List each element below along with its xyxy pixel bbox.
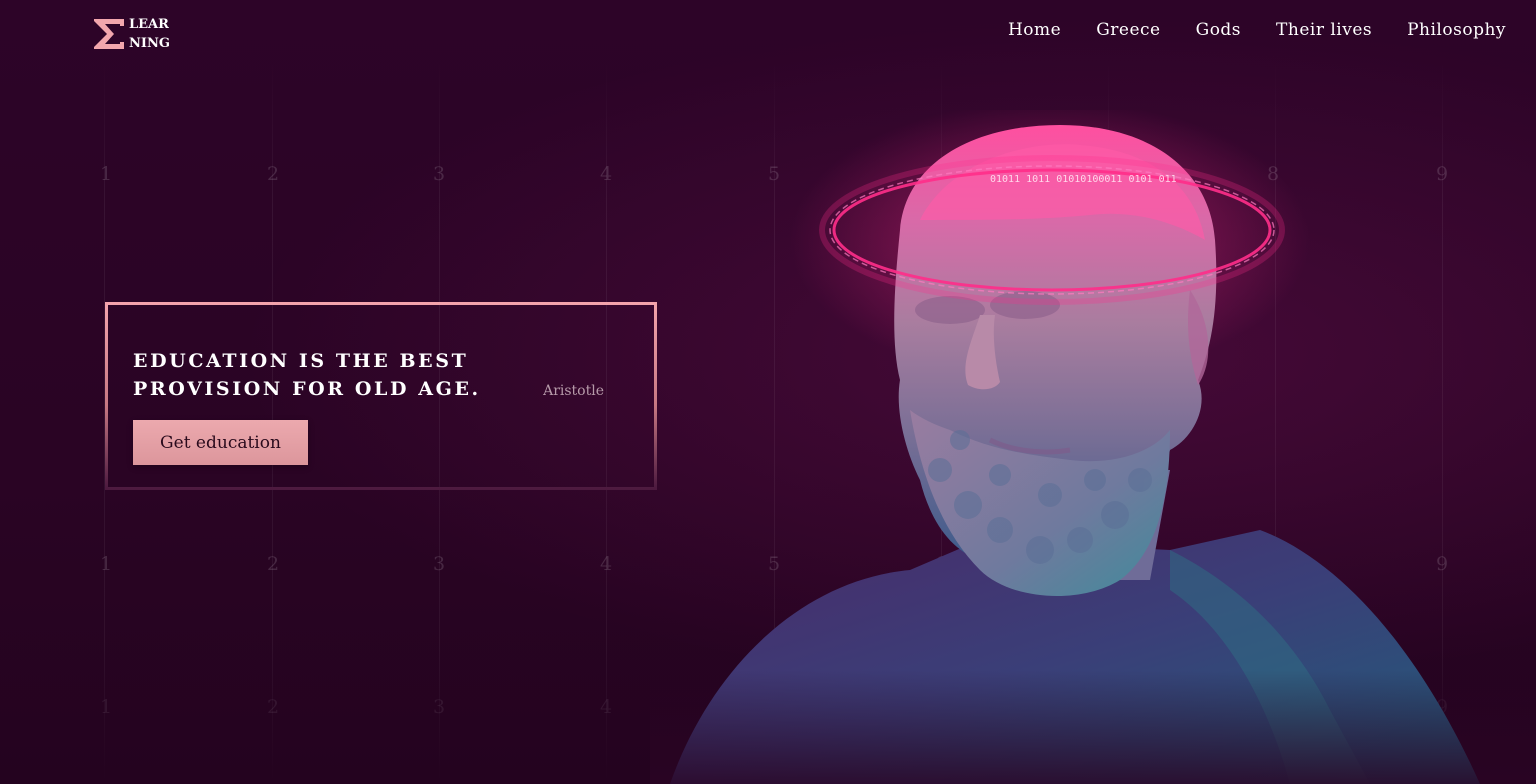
grid-number: 4 [599, 696, 613, 718]
landing-page: 1 2 3 4 5 8 9 1 2 3 4 5 6 7 8 9 1 2 3 4 … [0, 0, 1536, 784]
svg-text:01011 1011 01010100011 0101 01: 01011 1011 01010100011 0101 011 [990, 174, 1177, 185]
main-nav: Home Greece Gods Their lives Philosophy [1008, 20, 1506, 40]
grid-number: 3 [432, 696, 446, 718]
sigma-icon [94, 19, 124, 49]
grid-number: 2 [266, 696, 280, 718]
hero-quote: EDUCATION IS THE BEST PROVISION FOR OLD … [133, 350, 481, 400]
nav-link-gods[interactable]: Gods [1196, 20, 1241, 40]
nav-link-their-lives[interactable]: Their lives [1276, 20, 1372, 40]
logo-line-1: LEAR [129, 17, 169, 32]
nav-link-philosophy[interactable]: Philosophy [1407, 20, 1506, 40]
grid-number: 4 [599, 553, 613, 575]
grid-number: 2 [266, 163, 280, 185]
nav-link-greece[interactable]: Greece [1096, 20, 1160, 40]
grid-number: 3 [432, 163, 446, 185]
logo-wordmark: LEAR NING [129, 15, 170, 53]
quote-author: Aristotle [543, 383, 604, 399]
grid-number: 1 [99, 553, 113, 575]
nav-link-home[interactable]: Home [1008, 20, 1061, 40]
grid-number: 1 [99, 163, 113, 185]
brand-logo[interactable]: LEAR NING [92, 15, 170, 53]
grid-number: 1 [99, 696, 113, 718]
grid-number: 4 [599, 163, 613, 185]
get-education-button[interactable]: Get education [133, 420, 308, 465]
grid-number: 3 [432, 553, 446, 575]
logo-line-2: NING [129, 36, 170, 51]
hero-quote-card: EDUCATION IS THE BEST PROVISION FOR OLD … [105, 302, 657, 490]
grid-number: 2 [266, 553, 280, 575]
greek-philosopher-bust-icon: 01011 1011 01010100011 0101 011 [650, 110, 1536, 784]
